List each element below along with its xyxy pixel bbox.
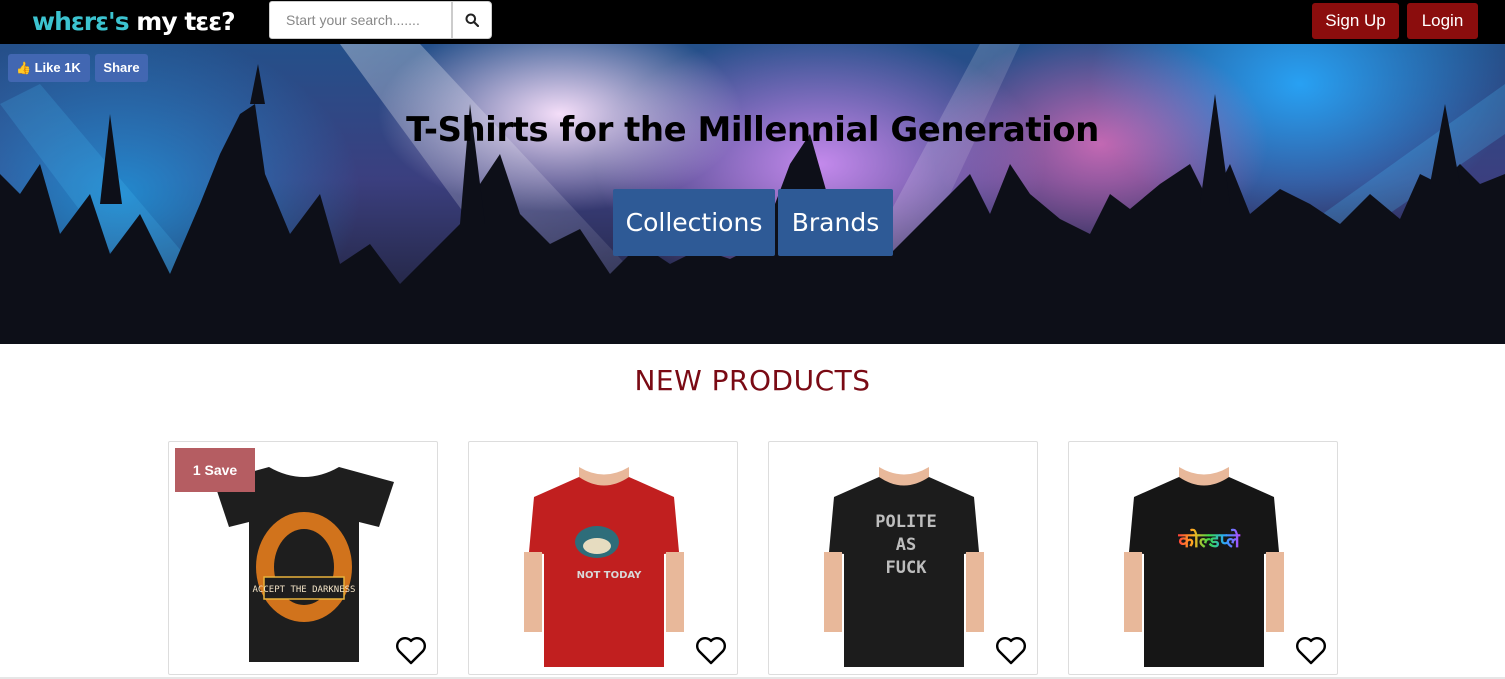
product-card[interactable]: कोल्डप्ले xyxy=(1068,441,1338,675)
brands-button[interactable]: Brands xyxy=(778,189,893,256)
svg-text:AS: AS xyxy=(896,535,916,555)
product-card[interactable]: POLITE AS FUCK xyxy=(768,441,1038,675)
svg-text:POLITE: POLITE xyxy=(875,512,936,532)
signup-button[interactable]: Sign Up xyxy=(1312,3,1399,39)
logo-text-my-tee: my tεε? xyxy=(128,7,235,36)
print-text: NOT TODAY xyxy=(577,570,643,581)
product-card[interactable]: NOT TODAY xyxy=(468,441,738,675)
search-bar xyxy=(269,1,492,39)
like-count-label: Like 1K xyxy=(34,60,81,75)
heart-icon[interactable] xyxy=(1295,636,1327,666)
facebook-like-button[interactable]: 👍 Like 1K xyxy=(8,54,90,82)
logo-text-where: whεrε's xyxy=(32,7,130,36)
login-button[interactable]: Login xyxy=(1407,3,1478,39)
print-text: कोल्डप्ले xyxy=(1177,528,1241,552)
print-text: ACCEPT THE DARKNESS xyxy=(253,585,356,595)
site-logo[interactable]: whεrε's my tεε? xyxy=(32,7,236,37)
new-products-heading: NEW PRODUCTS xyxy=(634,364,871,397)
heart-icon[interactable] xyxy=(995,636,1027,666)
thumbs-up-icon: 👍 xyxy=(16,61,31,75)
facebook-share-button[interactable]: Share xyxy=(95,54,148,82)
search-icon xyxy=(465,13,479,27)
search-button[interactable] xyxy=(452,1,492,39)
top-navbar: whεrε's my tεε? Sign Up Login xyxy=(0,0,1505,44)
heart-icon[interactable] xyxy=(695,636,727,666)
heart-icon[interactable] xyxy=(395,636,427,666)
search-input[interactable] xyxy=(269,1,452,39)
product-card[interactable]: ACCEPT THE DARKNESS 1 Save xyxy=(168,441,438,675)
hero-title: T-Shirts for the Millennial Generation xyxy=(406,110,1099,150)
save-count-badge[interactable]: 1 Save xyxy=(175,448,255,492)
svg-text:FUCK: FUCK xyxy=(886,558,928,578)
collections-button[interactable]: Collections xyxy=(613,189,775,256)
hero-banner: 👍 Like 1K Share T-Shirts for the Millenn… xyxy=(0,44,1505,344)
